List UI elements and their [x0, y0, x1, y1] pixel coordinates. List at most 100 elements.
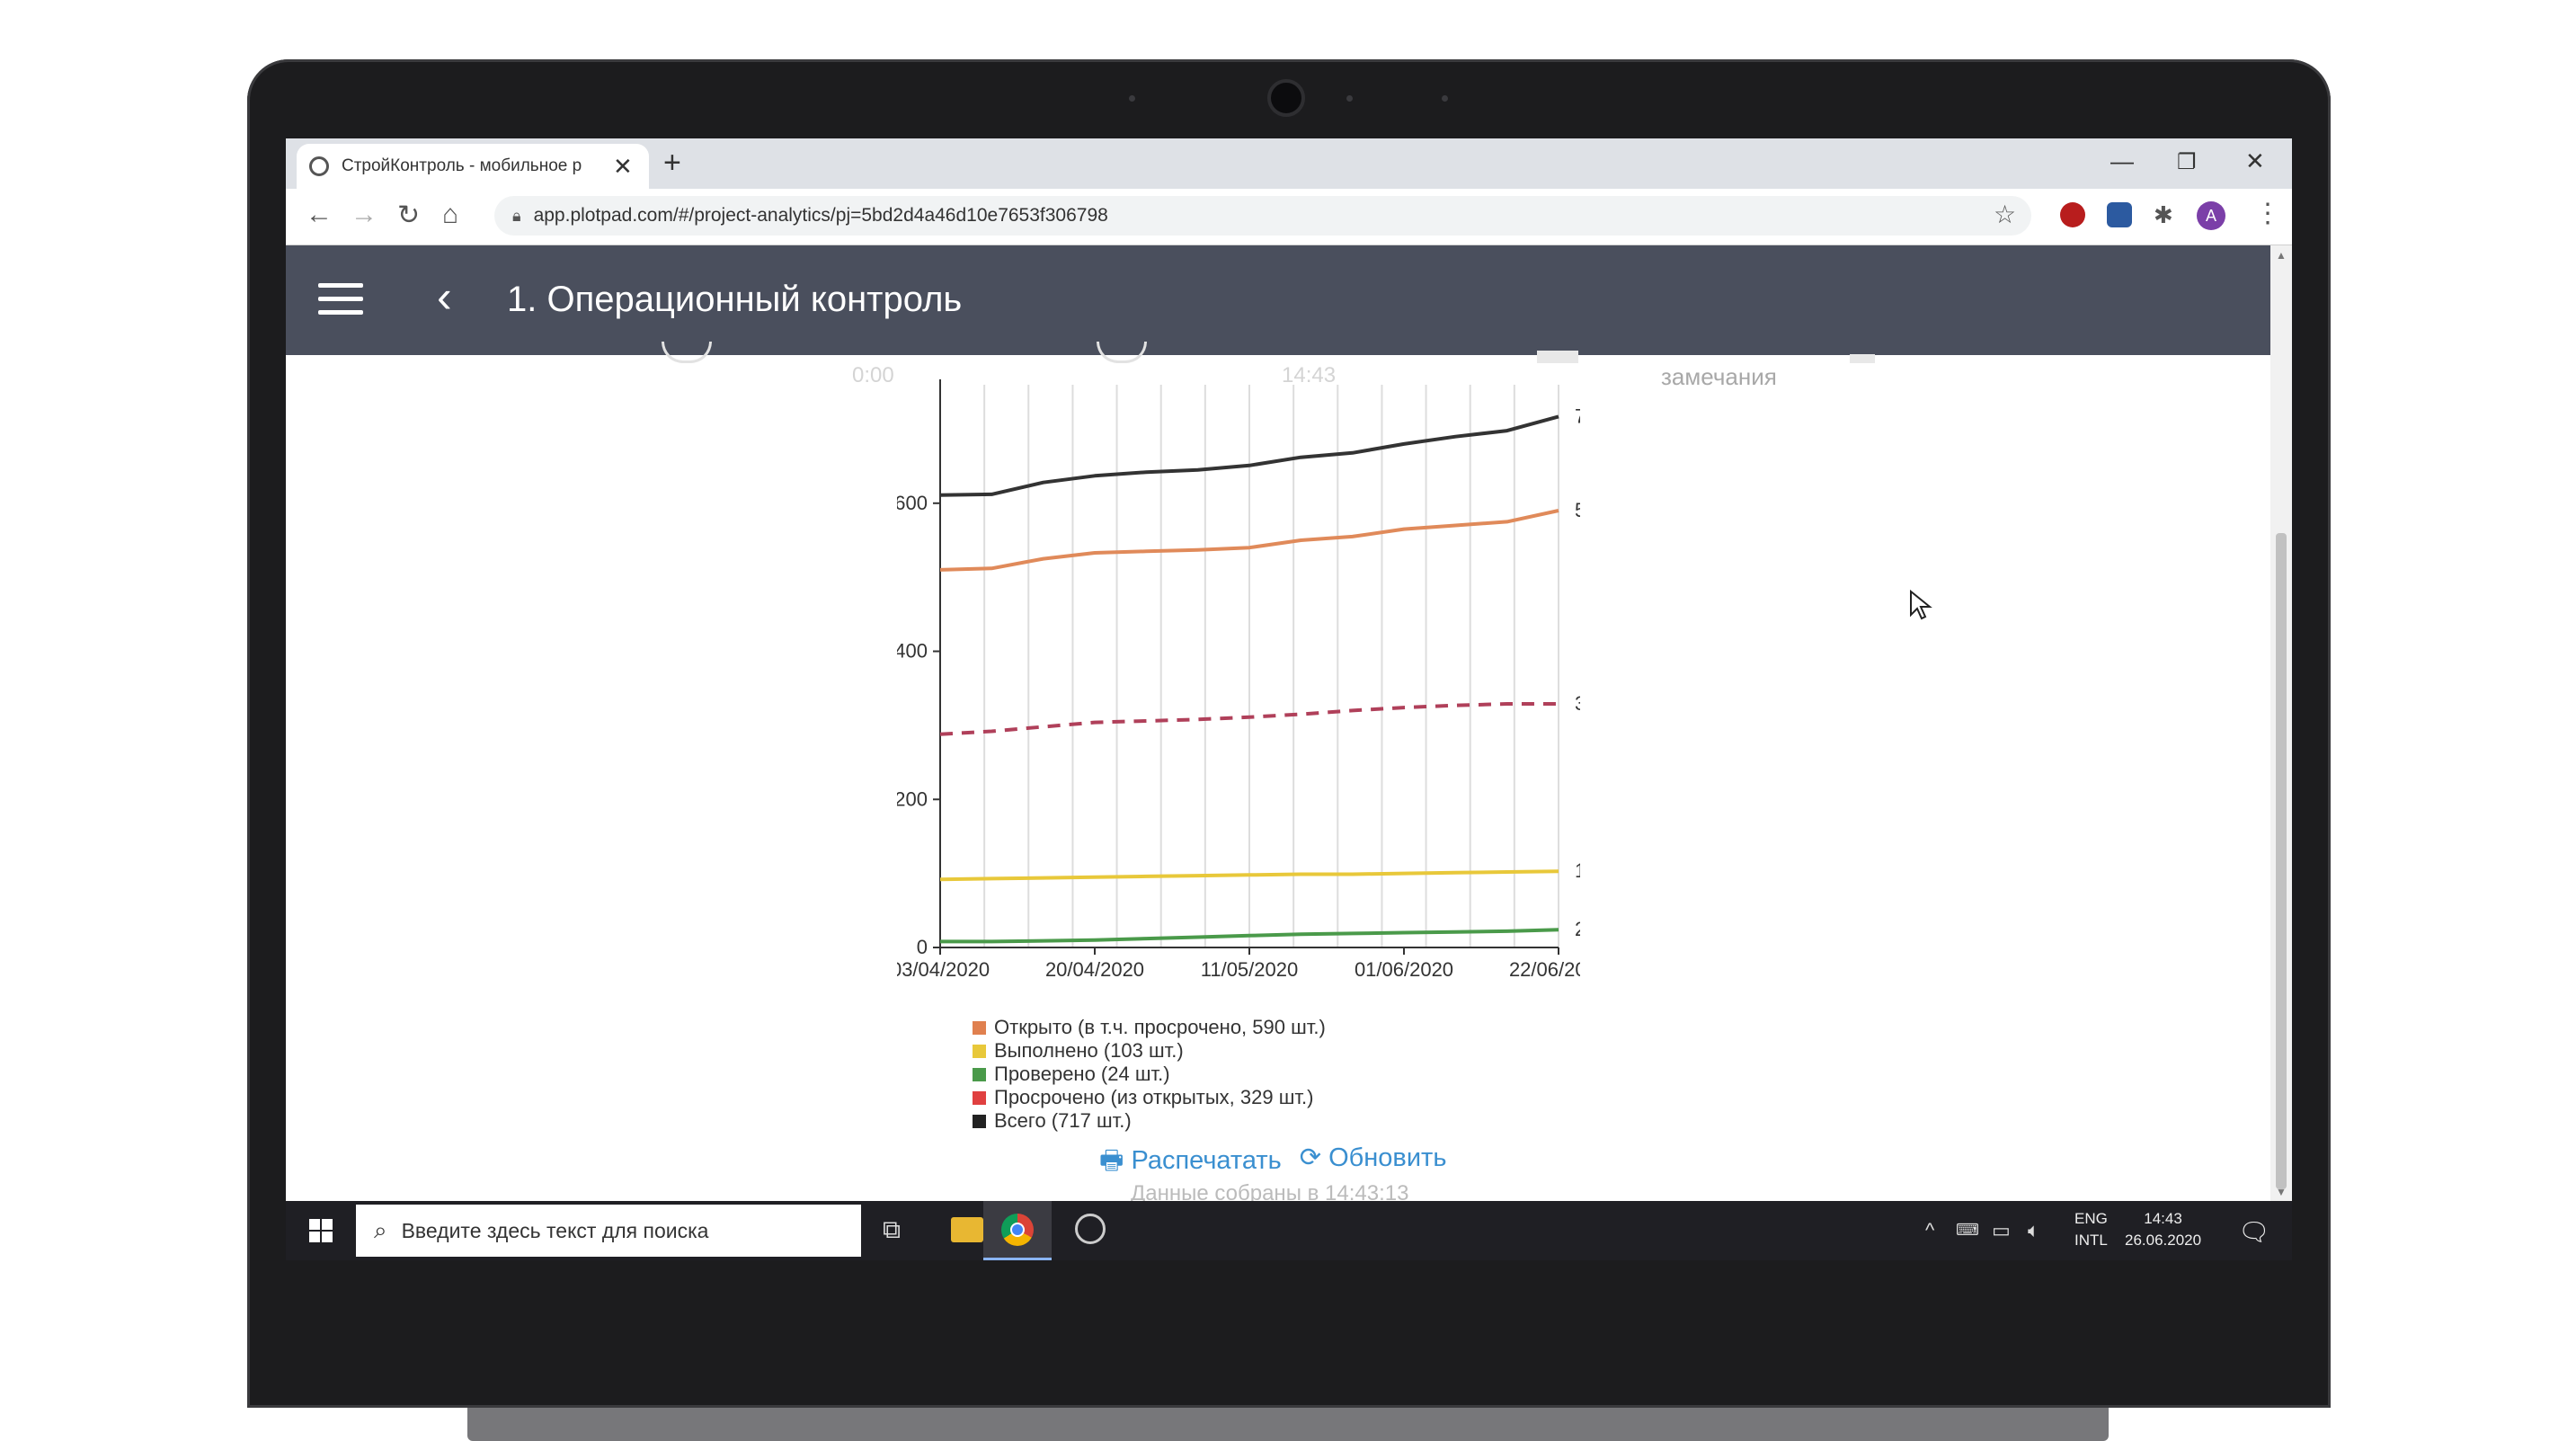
- legend-item[interactable]: Всего (717 шт.): [973, 1109, 1326, 1133]
- legend-label: Просрочено (из открытых, 329 шт.): [994, 1086, 1314, 1108]
- close-window-icon[interactable]: ✕: [2245, 147, 2265, 175]
- forward-arrow-icon[interactable]: →: [351, 200, 378, 230]
- y-tick-label: 400: [897, 640, 928, 663]
- sensor-dot: [1442, 95, 1448, 102]
- series-end-label: 24: [1575, 918, 1580, 940]
- scrollbar-thumb[interactable]: [2276, 533, 2287, 1189]
- legend-swatch: [973, 1090, 986, 1105]
- legend-swatch: [973, 1114, 986, 1128]
- stat-label: замечания: [1661, 363, 1777, 390]
- y-tick-label: 200: [897, 787, 928, 810]
- tab-close-icon[interactable]: ✕: [613, 153, 633, 181]
- tab-title: СтройКонтроль - мобильное р: [342, 156, 582, 175]
- reload-icon[interactable]: ↻: [397, 200, 420, 231]
- browser-toolbar: ← → ↻ ⌂ 🔒︎ app.plotpad.com/#/project-ana…: [286, 189, 2292, 245]
- webcam-icon: [1267, 79, 1305, 117]
- analytics-line-chart: 0 200 400 600 03/04/2020 20/04/2020 11/05/2020…: [897, 379, 1580, 981]
- language-indicator[interactable]: ENG INTL: [2074, 1208, 2108, 1251]
- back-arrow-icon[interactable]: ←: [306, 200, 333, 230]
- legend-label: Выполнено (103 шт.): [994, 1039, 1184, 1062]
- app-header: ‹ 1. Операционный контроль: [286, 245, 2270, 355]
- legend-swatch: [973, 1067, 986, 1081]
- series-end-label: 717: [1575, 405, 1580, 427]
- x-tick-label: 22/06/2020: [1509, 958, 1580, 981]
- windows-taskbar: ⌕ Введите здесь текст для поиска ⧉ ^ ⌨ ▭…: [286, 1201, 2292, 1260]
- legend-swatch: [973, 1044, 986, 1058]
- mouse-cursor-icon: [1910, 590, 1932, 620]
- remarks-icon: [1537, 351, 1578, 363]
- x-tick-label: 01/06/2020: [1355, 958, 1453, 981]
- badge-icon: [1850, 354, 1875, 363]
- browser-tabstrip: СтройКонтроль - мобильное р ✕ + — ❐ ✕: [286, 138, 2292, 189]
- obs-icon[interactable]: [1075, 1214, 1106, 1244]
- bookmark-star-icon[interactable]: ☆: [1994, 200, 2016, 229]
- sensor-dot: [1129, 95, 1135, 102]
- profile-avatar[interactable]: A: [2197, 201, 2225, 230]
- legend-item[interactable]: Просрочено (из открытых, 329 шт.): [973, 1086, 1326, 1109]
- restore-icon[interactable]: ❐: [2177, 149, 2197, 175]
- clock-icon: [662, 342, 712, 363]
- legend-label: Проверено (24 шт.): [994, 1063, 1170, 1085]
- scroll-down-icon[interactable]: ▼: [2276, 1186, 2287, 1198]
- legend-swatch: [973, 1020, 986, 1035]
- y-tick-label: 0: [917, 936, 928, 958]
- legend-item[interactable]: Проверено (24 шт.): [973, 1063, 1326, 1086]
- screen: СтройКонтроль - мобильное р ✕ + — ❐ ✕ ← …: [286, 138, 2292, 1260]
- lang-code: ENG: [2074, 1210, 2108, 1227]
- page-title: 1. Операционный контроль: [507, 280, 963, 319]
- home-icon[interactable]: ⌂: [442, 200, 458, 230]
- series-end-label: 103: [1575, 859, 1580, 882]
- new-tab-button[interactable]: +: [663, 146, 681, 181]
- clock-icon: [1097, 342, 1147, 363]
- legend-item[interactable]: Выполнено (103 шт.): [973, 1039, 1326, 1063]
- hamburger-menu-icon[interactable]: [318, 283, 363, 316]
- chart-actions: 🖶︎ Распечатать ⟳ Обновить: [1099, 1142, 1446, 1186]
- network-icon[interactable]: ▭: [1992, 1219, 2011, 1242]
- page-scrollbar[interactable]: ▲ ▼: [2270, 245, 2292, 1201]
- search-placeholder: Введите здесь текст для поиска: [401, 1218, 709, 1242]
- clock-time: 14:43: [2144, 1210, 2182, 1227]
- back-chevron-icon[interactable]: ‹: [437, 271, 452, 323]
- stat-value: 0:00: [852, 363, 894, 387]
- y-tick-label: 600: [897, 492, 928, 514]
- sensor-dot: [1346, 95, 1353, 102]
- task-view-icon[interactable]: ⧉: [883, 1215, 901, 1245]
- laptop-base: [467, 1408, 2109, 1441]
- legend-label: Всего (717 шт.): [994, 1109, 1132, 1132]
- legend-item[interactable]: Открыто (в т.ч. просрочено, 590 шт.): [973, 1016, 1326, 1039]
- search-icon: ⌕: [374, 1216, 387, 1243]
- keyboard-icon[interactable]: ⌨: [1956, 1221, 1979, 1240]
- browser-menu-icon[interactable]: ⋮: [2254, 198, 2281, 229]
- series-end-label: 329: [1575, 692, 1580, 715]
- address-bar[interactable]: 🔒︎ app.plotpad.com/#/project-analytics/p…: [494, 196, 2031, 236]
- system-clock[interactable]: 14:43 26.06.2020: [2125, 1208, 2201, 1251]
- extensions-puzzle-icon[interactable]: ✱: [2154, 201, 2173, 229]
- print-button[interactable]: 🖶︎ Распечатать: [1099, 1142, 1282, 1186]
- file-explorer-icon[interactable]: [951, 1217, 983, 1242]
- x-tick-label: 03/04/2020: [897, 958, 990, 981]
- series-end-label: 590: [1575, 499, 1580, 521]
- refresh-button[interactable]: ⟳ Обновить: [1300, 1142, 1447, 1186]
- lock-icon: 🔒︎: [512, 206, 521, 225]
- site-favicon-icon: [309, 156, 329, 176]
- url-text: app.plotpad.com/#/project-analytics/pj=5…: [533, 205, 1108, 226]
- clock-date: 26.06.2020: [2125, 1232, 2202, 1249]
- browser-tab[interactable]: СтройКонтроль - мобильное р ✕: [297, 144, 649, 189]
- minimize-icon[interactable]: —: [2110, 147, 2134, 175]
- x-tick-label: 11/05/2020: [1201, 958, 1298, 981]
- tray-chevron-icon[interactable]: ^: [1925, 1219, 1934, 1242]
- volume-icon[interactable]: 🔈︎: [2028, 1219, 2039, 1242]
- taskbar-search-input[interactable]: ⌕ Введите здесь текст для поиска: [356, 1205, 861, 1257]
- refresh-label: Обновить: [1328, 1143, 1447, 1172]
- extension-icon[interactable]: [2107, 202, 2132, 227]
- lang-layout: INTL: [2074, 1232, 2108, 1249]
- x-tick-label: 20/04/2020: [1045, 958, 1144, 981]
- print-label: Распечатать: [1131, 1146, 1282, 1175]
- notifications-icon[interactable]: 🗨︎: [2238, 1217, 2270, 1247]
- scroll-up-icon[interactable]: ▲: [2276, 249, 2287, 262]
- ublock-extension-icon[interactable]: [2060, 202, 2085, 227]
- windows-start-icon[interactable]: [309, 1219, 333, 1242]
- chrome-icon[interactable]: [1001, 1214, 1034, 1246]
- legend-label: Открыто (в т.ч. просрочено, 590 шт.): [994, 1016, 1326, 1038]
- chart-legend: Открыто (в т.ч. просрочено, 590 шт.) Выпо…: [973, 1016, 1326, 1133]
